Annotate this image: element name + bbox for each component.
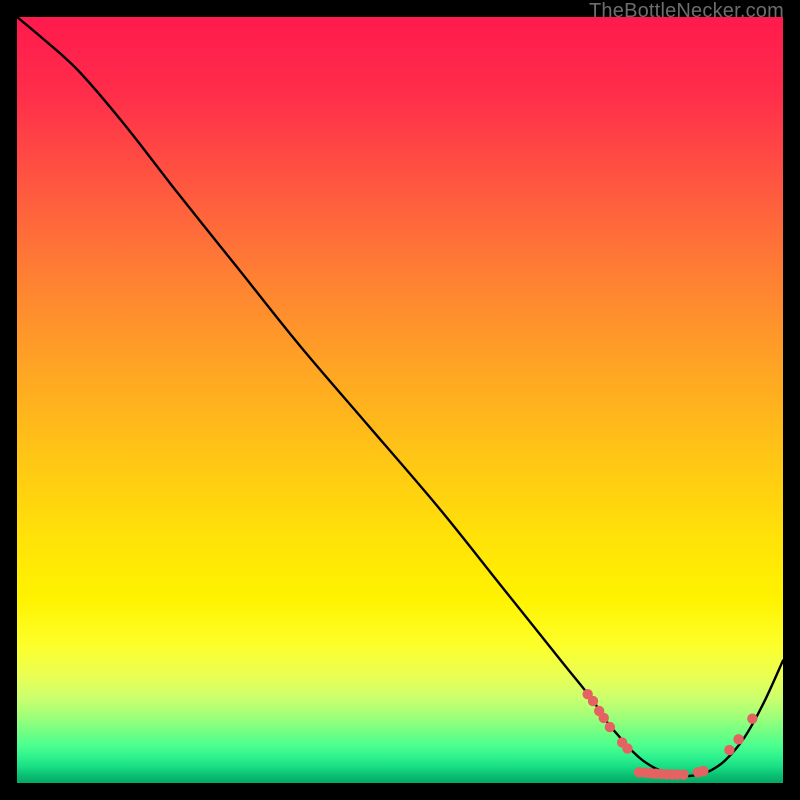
data-marker	[622, 743, 632, 753]
chart-container: TheBottleNecker.com	[0, 0, 800, 800]
watermark-text: TheBottleNecker.com	[589, 0, 784, 23]
data-marker	[698, 766, 708, 776]
plot-area	[17, 17, 783, 783]
data-marker	[605, 722, 615, 732]
data-marker	[588, 696, 598, 706]
bottleneck-curve	[17, 17, 783, 776]
data-marker	[678, 769, 688, 779]
marker-group	[582, 689, 757, 780]
data-marker	[724, 745, 734, 755]
data-marker	[733, 734, 743, 744]
data-marker	[747, 713, 757, 723]
chart-svg	[17, 17, 783, 783]
data-marker	[599, 713, 609, 723]
